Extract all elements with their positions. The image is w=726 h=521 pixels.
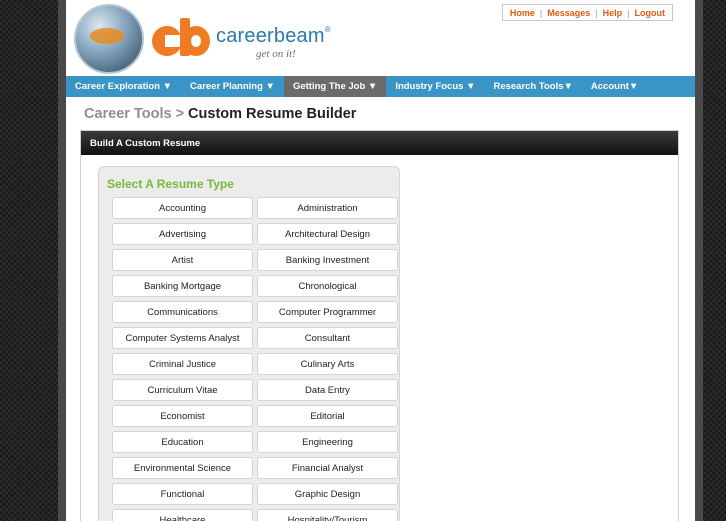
breadcrumb: Career Tools > Custom Resume Builder [84, 106, 357, 122]
resume-type-button[interactable]: Chronological [257, 275, 398, 297]
cb-logo-icon[interactable] [152, 18, 210, 60]
resume-panel: Build A Custom Resume Select A Resume Ty… [80, 130, 679, 521]
panel-header: Build A Custom Resume [81, 131, 678, 155]
resume-type-button[interactable]: Healthcare [112, 509, 253, 521]
resume-type-button[interactable]: Curriculum Vitae [112, 379, 253, 401]
globe-logo-icon [74, 4, 144, 74]
resume-type-button[interactable]: Communications [112, 301, 253, 323]
resume-type-button[interactable]: Artist [112, 249, 253, 271]
home-link[interactable]: Home [510, 8, 535, 18]
resume-type-box: Select A Resume Type Accounting Administr… [98, 166, 400, 521]
resume-type-button[interactable]: Engineering [257, 431, 398, 453]
resume-type-button[interactable]: Editorial [257, 405, 398, 427]
messages-link[interactable]: Messages [547, 8, 590, 18]
resume-type-button[interactable]: Advertising [112, 223, 253, 245]
nav-item[interactable]: Research Tools▼ [484, 76, 581, 97]
header: careerbeam® get on it! Home | Messages |… [66, 0, 695, 76]
page-title: Custom Resume Builder [188, 106, 357, 122]
right-border [695, 0, 703, 521]
top-links: Home | Messages | Help | Logout [501, 4, 673, 21]
resume-type-button[interactable]: Culinary Arts [257, 353, 398, 375]
breadcrumb-career-tools[interactable]: Career Tools [84, 106, 172, 122]
help-link[interactable]: Help [603, 8, 623, 18]
resume-type-button[interactable]: Administration [257, 197, 398, 219]
nav-item[interactable]: Account▼ [582, 76, 647, 97]
nav-item[interactable]: Career Planning ▼ [181, 76, 284, 97]
resume-type-button[interactable]: Economist [112, 405, 253, 427]
nav-item[interactable]: Getting The Job ▼ [283, 76, 387, 97]
resume-type-button[interactable]: Hospitality/Tourism [257, 509, 398, 521]
resume-type-button[interactable]: Architectural Design [257, 223, 398, 245]
resume-type-button[interactable]: Consultant [257, 327, 398, 349]
resume-type-button[interactable]: Functional [112, 483, 253, 505]
resume-type-button[interactable]: Computer Systems Analyst [112, 327, 253, 349]
section-title: Select A Resume Type [107, 177, 234, 191]
logout-link[interactable]: Logout [635, 8, 666, 18]
resume-type-button[interactable]: Education [112, 431, 253, 453]
tagline: get on it! [256, 48, 296, 60]
resume-type-button[interactable]: Banking Investment [257, 249, 398, 271]
resume-type-button[interactable]: Banking Mortgage [112, 275, 253, 297]
resume-type-button[interactable]: Graphic Design [257, 483, 398, 505]
resume-type-button[interactable]: Data Entry [257, 379, 398, 401]
resume-type-button[interactable]: Computer Programmer [257, 301, 398, 323]
resume-type-grid: Accounting Administration Advertising Archi… [112, 197, 398, 521]
page: careerbeam® get on it! Home | Messages |… [66, 0, 695, 521]
resume-type-button[interactable]: Accounting [112, 197, 253, 219]
left-border [58, 0, 66, 521]
nav-item[interactable]: Industry Focus ▼ [386, 76, 484, 97]
brand-name[interactable]: careerbeam® [216, 25, 331, 48]
resume-type-button[interactable]: Environmental Science [112, 457, 253, 479]
main-nav: Career Exploration ▼ Career Planning ▼ Get… [66, 76, 695, 97]
nav-item[interactable]: Career Exploration ▼ [66, 76, 181, 97]
resume-type-button[interactable]: Financial Analyst [257, 457, 398, 479]
resume-type-button[interactable]: Criminal Justice [112, 353, 253, 375]
